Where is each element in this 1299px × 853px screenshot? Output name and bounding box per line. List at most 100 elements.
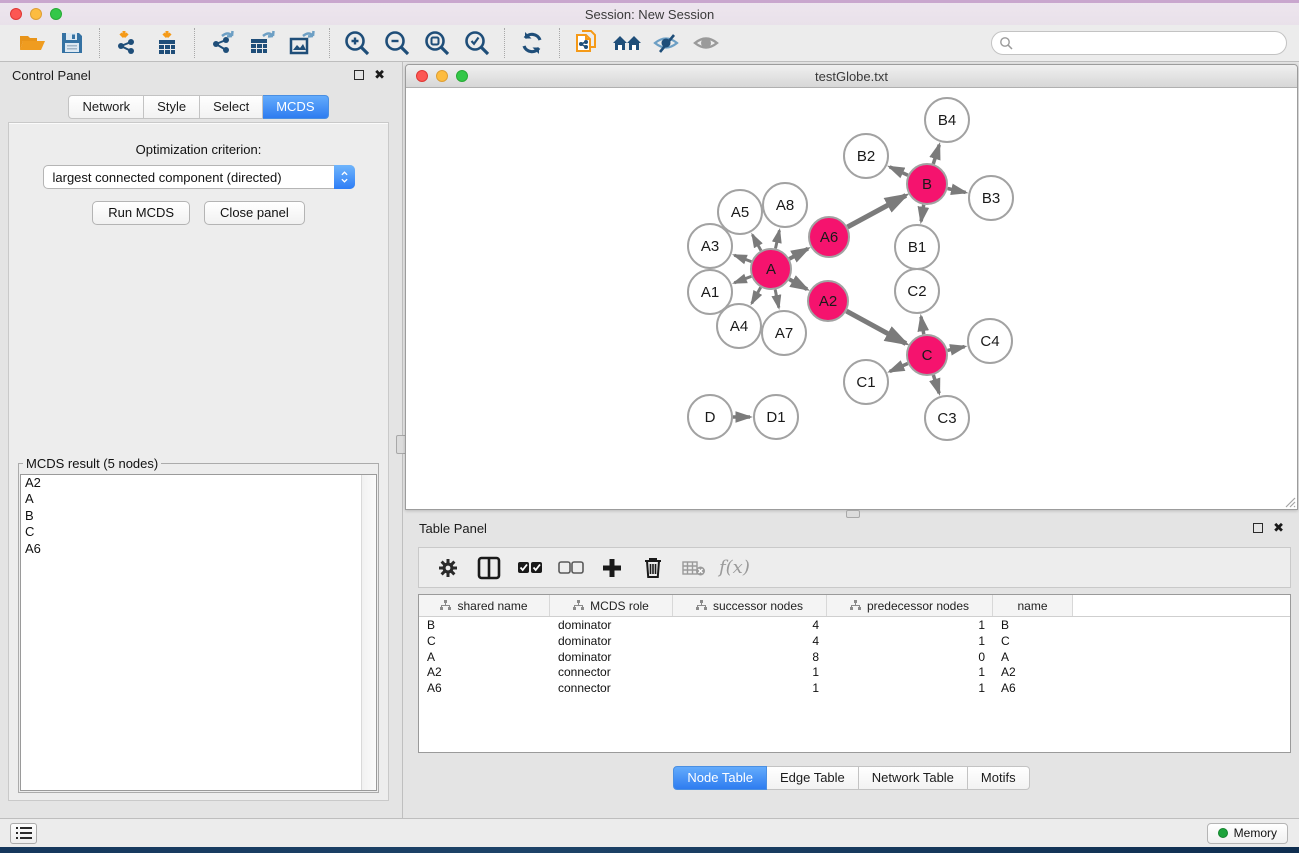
tab-select[interactable]: Select bbox=[200, 95, 263, 119]
column-header-successor-nodes[interactable]: successor nodes bbox=[673, 595, 827, 616]
graph-edge-C-C4[interactable] bbox=[947, 347, 964, 351]
close-panel-icon[interactable]: ✖ bbox=[374, 70, 385, 80]
zoom-in-icon bbox=[343, 29, 371, 57]
export-image-button[interactable] bbox=[282, 28, 322, 58]
graph-edge-A-A2[interactable] bbox=[789, 279, 807, 289]
import-network-button[interactable] bbox=[107, 28, 147, 58]
export-network-icon bbox=[208, 30, 236, 56]
tab-style[interactable]: Style bbox=[144, 95, 200, 119]
tab-network[interactable]: Network bbox=[68, 95, 144, 119]
import-table-button[interactable] bbox=[147, 28, 187, 58]
unselect-all-columns-button[interactable] bbox=[555, 553, 587, 583]
graph-edge-B-B2[interactable] bbox=[890, 167, 908, 175]
table-cell: 8 bbox=[673, 649, 827, 665]
save-floppy-icon bbox=[60, 31, 84, 55]
table-row[interactable]: Adominator80A bbox=[419, 649, 1290, 665]
mcds-result-item[interactable]: C bbox=[21, 524, 376, 540]
graph-edge-B-B1[interactable] bbox=[921, 205, 924, 222]
graph-edge-A-A4[interactable] bbox=[752, 287, 761, 303]
network-graph[interactable]: AA1A2A3A4A5A6A7A8BB1B2B3B4CC1C2C3C4DD1 bbox=[406, 88, 1297, 509]
graph-edge-B-B3[interactable] bbox=[948, 188, 966, 192]
network-canvas[interactable]: AA1A2A3A4A5A6A7A8BB1B2B3B4CC1C2C3C4DD1 bbox=[406, 88, 1297, 509]
column-header-MCDS-role[interactable]: MCDS role bbox=[550, 595, 673, 616]
export-table-button[interactable] bbox=[242, 28, 282, 58]
zoom-selected-button[interactable] bbox=[457, 28, 497, 58]
export-table-icon bbox=[248, 30, 276, 56]
search-field[interactable] bbox=[991, 31, 1287, 55]
float-panel-icon[interactable] bbox=[354, 70, 364, 80]
tab-motifs[interactable]: Motifs bbox=[968, 766, 1030, 790]
run-mcds-button[interactable]: Run MCDS bbox=[92, 201, 190, 225]
select-all-columns-button[interactable] bbox=[514, 553, 546, 583]
mcds-result-item[interactable]: A bbox=[21, 491, 376, 507]
table-cell: 1 bbox=[673, 664, 827, 680]
graph-edge-B-B4[interactable] bbox=[933, 145, 939, 164]
apply-layout-button[interactable] bbox=[512, 28, 552, 58]
mcds-result-item[interactable]: B bbox=[21, 508, 376, 524]
table-row[interactable]: Bdominator41B bbox=[419, 617, 1290, 633]
column-header-predecessor-nodes[interactable]: predecessor nodes bbox=[827, 595, 993, 616]
delete-columns-button[interactable] bbox=[637, 553, 669, 583]
memory-button[interactable]: Memory bbox=[1207, 823, 1288, 844]
toolbar-separator bbox=[99, 28, 100, 58]
hide-panels-button[interactable] bbox=[647, 28, 687, 58]
control-panel: Control Panel ✖ NetworkStyleSelectMCDS O… bbox=[0, 62, 397, 818]
table-options-button[interactable] bbox=[432, 553, 464, 583]
tab-edge-table[interactable]: Edge Table bbox=[767, 766, 859, 790]
graph-node-label-D: D bbox=[705, 409, 716, 426]
mcds-result-item[interactable]: A2 bbox=[21, 475, 376, 491]
graph-edge-A-A3[interactable] bbox=[734, 255, 751, 261]
criterion-dropdown[interactable]: largest connected component (directed) bbox=[43, 165, 355, 189]
table-close-panel-icon[interactable]: ✖ bbox=[1273, 523, 1284, 533]
table-panel-title: Table Panel bbox=[419, 521, 487, 536]
graph-node-label-A3: A3 bbox=[701, 238, 719, 255]
tab-mcds[interactable]: MCDS bbox=[263, 95, 328, 119]
zoom-fit-icon bbox=[423, 29, 451, 57]
tab-node-table[interactable]: Node Table bbox=[673, 766, 767, 790]
table-float-panel-icon[interactable] bbox=[1253, 523, 1263, 533]
graph-edge-A2-C[interactable] bbox=[846, 311, 905, 343]
graph-edge-A-A7[interactable] bbox=[775, 290, 779, 308]
zoom-out-button[interactable] bbox=[377, 28, 417, 58]
graph-edge-C-C1[interactable] bbox=[890, 363, 908, 371]
table-cell: 4 bbox=[673, 617, 827, 633]
function-builder-button[interactable]: f(x) bbox=[719, 553, 750, 583]
home-button[interactable] bbox=[607, 28, 647, 58]
node-table[interactable]: shared nameMCDS rolesuccessor nodesprede… bbox=[418, 594, 1291, 753]
table-cell: B bbox=[993, 617, 1073, 633]
column-header-shared-name[interactable]: shared name bbox=[419, 595, 550, 616]
graph-edge-C-C2[interactable] bbox=[921, 317, 924, 335]
network-from-file-button[interactable] bbox=[567, 28, 607, 58]
graph-edge-A-A8[interactable] bbox=[775, 230, 779, 248]
table-row[interactable]: A2connector11A2 bbox=[419, 664, 1290, 680]
open-session-button[interactable] bbox=[12, 28, 52, 58]
graph-edge-A-A6[interactable] bbox=[789, 249, 808, 259]
attribute-tree-icon bbox=[696, 600, 707, 611]
mcds-result-list[interactable]: A2ABCA6 bbox=[20, 474, 377, 791]
add-column-button[interactable] bbox=[596, 553, 628, 583]
graph-edge-A-A5[interactable] bbox=[752, 235, 761, 251]
column-header-name[interactable]: name bbox=[993, 595, 1073, 616]
table-row[interactable]: Cdominator41C bbox=[419, 633, 1290, 649]
delete-table-button[interactable] bbox=[678, 553, 710, 583]
show-panels-button[interactable] bbox=[687, 28, 727, 58]
status-menu-button[interactable] bbox=[10, 823, 37, 844]
table-cell: A6 bbox=[993, 680, 1073, 696]
graph-edge-A-A1[interactable] bbox=[734, 276, 751, 282]
table-row[interactable]: A6connector11A6 bbox=[419, 680, 1290, 696]
graph-edge-C-C3[interactable] bbox=[933, 375, 939, 393]
window-resize-grip[interactable] bbox=[1283, 495, 1296, 508]
tab-network-table[interactable]: Network Table bbox=[859, 766, 968, 790]
graph-edge-A6-B[interactable] bbox=[847, 195, 905, 227]
show-columns-button[interactable] bbox=[473, 553, 505, 583]
export-network-button[interactable] bbox=[202, 28, 242, 58]
close-panel-button[interactable]: Close panel bbox=[204, 201, 305, 225]
result-list-scrollbar[interactable] bbox=[361, 475, 376, 790]
zoom-in-button[interactable] bbox=[337, 28, 377, 58]
mcds-result-item[interactable]: A6 bbox=[21, 541, 376, 557]
network-window-titlebar[interactable]: testGlobe.txt bbox=[406, 65, 1297, 88]
save-session-button[interactable] bbox=[52, 28, 92, 58]
mcds-panel: Optimization criterion: largest connecte… bbox=[8, 122, 389, 801]
search-input[interactable] bbox=[1017, 36, 1286, 50]
zoom-fit-button[interactable] bbox=[417, 28, 457, 58]
